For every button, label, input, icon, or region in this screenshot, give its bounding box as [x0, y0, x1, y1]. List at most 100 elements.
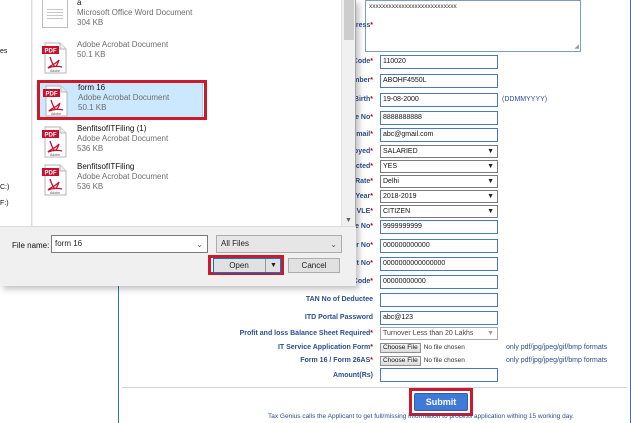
form-text-input[interactable]: 9999999999 — [380, 220, 498, 234]
scroll-down-icon[interactable]: ▼ — [345, 217, 352, 224]
form-text-input[interactable]: abc@123 — [380, 311, 498, 325]
form-select-value: CITIZEN — [383, 208, 411, 215]
selected-file-highlight — [37, 80, 207, 120]
cancel-button[interactable]: Cancel — [288, 258, 340, 273]
form-text-input[interactable]: abc@gmail.com — [380, 128, 498, 142]
form-select[interactable]: CITIZEN ▼ — [380, 205, 498, 218]
file-item-text: Adobe Acrobat Document 50.1 KB — [77, 40, 168, 60]
form-select[interactable]: YES ▼ — [380, 160, 498, 173]
form-select-value: SALARIED — [383, 148, 418, 155]
amount-label: Amount(Rs) — [332, 372, 373, 379]
file-format-hint: only pdf/jpg/jpeg/gif/bmp formats — [506, 344, 608, 351]
file-name: a — [77, 0, 82, 7]
file-upload-label: IT Service Application Form* — [277, 344, 373, 351]
svg-text:PDF: PDF — [45, 171, 57, 177]
file-type: Adobe Acrobat Document — [77, 172, 169, 181]
file-size: 536 KB — [77, 182, 104, 191]
pdf-icon: PDF Adobe — [42, 164, 67, 196]
file-open-dialog: es C:) F:) a Microsoft Office Word Docume… — [0, 0, 356, 286]
file-size: 304 KB — [77, 18, 104, 27]
form-text-input[interactable]: 00000000000 — [380, 275, 498, 289]
svg-text:PDF: PDF — [45, 49, 57, 55]
submit-button[interactable]: Submit — [414, 393, 468, 411]
form-text-input[interactable]: ABOHF4550L — [380, 74, 498, 88]
file-item[interactable]: PDF Adobe BenfitsofITFiling (1) Adobe Acrob… — [37, 124, 203, 160]
file-name-input[interactable]: form 16 ⌄ — [51, 235, 208, 253]
file-type-value: All Files — [221, 239, 250, 248]
form-select[interactable]: Turnover Less than 20 Lakhs ▼ — [380, 327, 498, 340]
form-select-value: 2018-2019 — [383, 193, 417, 200]
file-size: 536 KB — [77, 144, 104, 153]
address-textarea[interactable]: xxxxxxxxxxxxxxxxxxxxxxxxxxx ◢ — [365, 0, 581, 52]
open-options-icon[interactable]: ▼ — [265, 259, 281, 272]
file-list-scrollbar[interactable]: ▼ — [341, 0, 355, 226]
form-text-input[interactable]: 0000000000000000 — [380, 257, 498, 271]
svg-text:PDF: PDF — [45, 133, 57, 139]
open-button[interactable]: Open ▼ — [213, 258, 281, 273]
open-button-label: Open — [229, 261, 249, 270]
word-document-icon — [42, 0, 68, 28]
nav-item-libraries[interactable]: es — [0, 48, 7, 55]
date-format-hint: (DDMMYYYY) — [502, 96, 548, 103]
file-item-text: BenfitsofITFiling Adobe Acrobat Document 5… — [77, 162, 168, 192]
file-format-hint: only pdf/jpg/jpeg/gif/bmp formats — [506, 357, 608, 364]
form-select-value: Delhi — [383, 178, 399, 185]
file-name-value: form 16 — [55, 239, 83, 248]
form-select-value: YES — [383, 163, 398, 170]
amount-input[interactable] — [380, 368, 498, 382]
nav-item-drive-c[interactable]: C:) — [0, 184, 9, 191]
form-select[interactable]: SALARIED ▼ — [380, 145, 498, 158]
file-size: 50.1 KB — [77, 50, 106, 59]
nav-item-drive-f[interactable]: F:) — [0, 200, 9, 207]
form-field-label: Profit and loss Balance Sheet Required* — [239, 330, 373, 337]
chevron-down-icon[interactable]: ⌄ — [196, 237, 203, 253]
dropdown-arrow-icon: ▼ — [487, 148, 494, 155]
form-select[interactable]: Delhi ▼ — [380, 175, 498, 188]
file-status: No file chosen — [423, 357, 465, 364]
file-upload-label: Form 16 / Form 26AS* — [300, 357, 373, 364]
form-field-label: ITD Portal Password — [304, 314, 373, 321]
file-name: BenfitsofITFiling — [77, 162, 135, 171]
dropdown-arrow-icon: ▼ — [487, 163, 494, 170]
dropdown-arrow-icon: ▼ — [487, 193, 494, 200]
form-text-input[interactable]: 000000000000 — [380, 239, 498, 253]
svg-text:Adobe: Adobe — [50, 153, 60, 157]
file-type-filter[interactable]: All Files ⌄ — [216, 235, 342, 253]
pdf-icon: PDF Adobe — [42, 42, 67, 74]
form-select-value: Turnover Less than 20 Lakhs — [383, 330, 474, 337]
form-text-input[interactable]: 110020 — [380, 55, 498, 69]
form-field-label: TAN No of Deductee — [305, 296, 373, 303]
file-item-text: BenfitsofITFiling (1) Adobe Acrobat Docum… — [77, 124, 168, 154]
dialog-footer: File name: form 16 ⌄ All Files ⌄ Open ▼ … — [0, 226, 356, 286]
choose-file-button[interactable]: Choose File — [380, 343, 421, 353]
file-upload-control: Choose File No file chosen — [380, 343, 465, 354]
svg-text:Adobe: Adobe — [50, 69, 60, 73]
file-name-label: File name: — [12, 241, 50, 250]
navigation-pane[interactable]: es C:) F:) — [0, 0, 32, 226]
file-type: Adobe Acrobat Document — [77, 40, 169, 49]
footer-note: Tax Genius calls the Applicant to get fu… — [268, 413, 574, 420]
scrollbar-thumb[interactable] — [344, 0, 354, 40]
divider — [122, 387, 627, 388]
file-item[interactable]: PDF Adobe Adobe Acrobat Document 50.1 KB — [37, 40, 203, 76]
file-item-text: a Microsoft Office Word Document 304 KB — [77, 0, 192, 28]
file-type: Microsoft Office Word Document — [77, 8, 193, 17]
address-value: xxxxxxxxxxxxxxxxxxxxxxxxxxx — [369, 3, 457, 10]
dropdown-arrow-icon: ▼ — [487, 208, 494, 215]
form-text-input[interactable] — [380, 293, 498, 307]
choose-file-button[interactable]: Choose File — [380, 356, 421, 366]
pdf-icon: PDF Adobe — [42, 126, 67, 158]
file-type: Adobe Acrobat Document — [77, 134, 169, 143]
form-text-input[interactable]: 8888888888 — [380, 111, 498, 125]
dropdown-arrow-icon: ▼ — [487, 330, 494, 337]
file-status: No file chosen — [423, 344, 465, 351]
form-select[interactable]: 2018-2019 ▼ — [380, 190, 498, 203]
chevron-down-icon: ⌄ — [330, 240, 337, 249]
file-upload-control: Choose File No file chosen — [380, 356, 465, 367]
svg-text:Adobe: Adobe — [50, 191, 60, 195]
resize-grip-icon[interactable]: ◢ — [574, 43, 579, 50]
file-item[interactable]: PDF Adobe BenfitsofITFiling Adobe Acrobat D… — [37, 162, 203, 198]
file-item[interactable]: a Microsoft Office Word Document 304 KB — [37, 0, 203, 34]
form-text-input[interactable]: 19-08-2000 — [380, 93, 498, 107]
file-name: BenfitsofITFiling (1) — [77, 124, 147, 133]
